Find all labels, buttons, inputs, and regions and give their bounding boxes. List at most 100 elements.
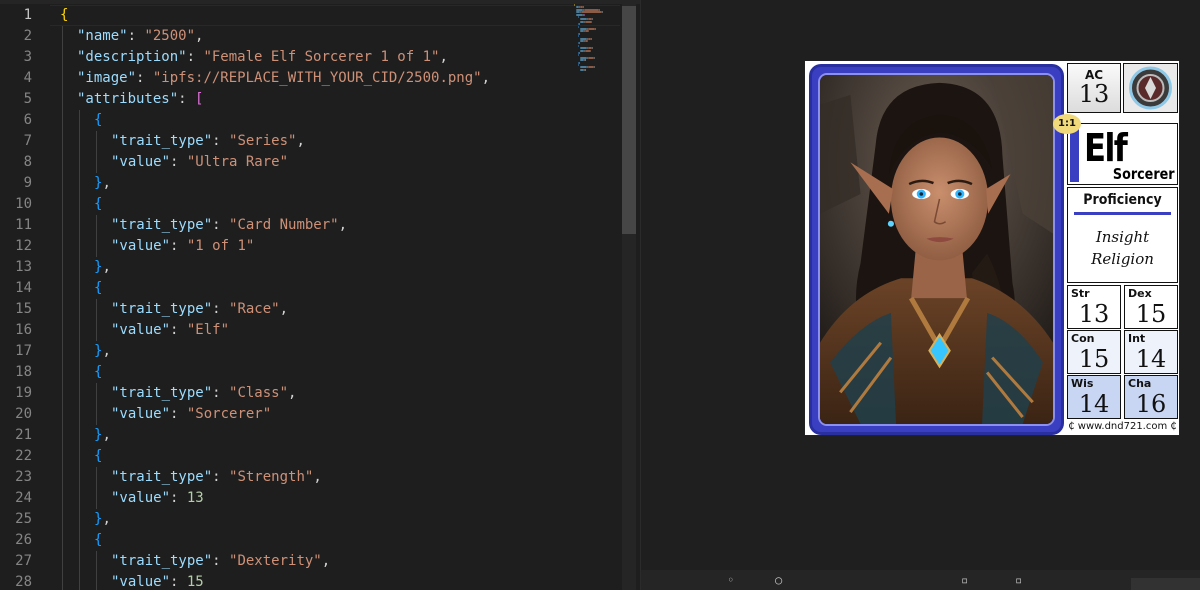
minimap-line — [585, 20, 592, 23]
code-text: "name": "2500", — [77, 26, 203, 47]
character-card: AC 13 1:1 Elf Sorcerer Proficiency Insig — [804, 60, 1180, 436]
code-line[interactable]: 19 "trait_type": "Class", — [0, 383, 620, 404]
indent-guide — [79, 509, 80, 530]
minimap-line — [574, 4, 575, 6]
code-token: { — [94, 532, 103, 548]
indent-guide — [62, 425, 63, 446]
minimap-line — [578, 35, 579, 38]
code-line[interactable]: 16 "value": "Elf" — [0, 320, 620, 341]
minimap-line — [585, 59, 586, 62]
line-number: 25 — [15, 511, 32, 527]
code-line[interactable]: 7 "trait_type": "Series", — [0, 131, 620, 152]
code-line[interactable]: 26 { — [0, 530, 620, 551]
indent-guide — [79, 320, 80, 341]
minimap-line — [585, 68, 586, 71]
code-line[interactable]: 18 { — [0, 362, 620, 383]
control-icon[interactable]: ▫ — [1015, 574, 1027, 586]
editor-tab-strip — [0, 0, 640, 4]
stat-label: Dex — [1128, 287, 1152, 300]
code-line[interactable]: 24 "value": 13 — [0, 488, 620, 509]
indent-guide — [62, 446, 63, 467]
proficiency-item: Insight — [1095, 228, 1150, 246]
code-line[interactable]: 1{ — [0, 5, 620, 26]
code-line[interactable]: 25}, — [0, 509, 620, 530]
zoom-out-icon[interactable]: ◦ — [727, 574, 739, 586]
indent-guide — [79, 383, 80, 404]
line-number: 14 — [15, 280, 32, 296]
code-text: { — [94, 194, 102, 215]
code-text: }, — [94, 173, 111, 194]
code-text: "trait_type": "Strength", — [111, 467, 322, 488]
indent-guide — [62, 551, 63, 572]
proficiency-title: Proficiency — [1083, 192, 1162, 208]
minimap-line — [579, 23, 580, 26]
minimap-line — [579, 42, 580, 45]
class-label: Sorcerer — [1113, 165, 1175, 183]
code-token: "Card Number" — [229, 217, 339, 233]
line-number: 16 — [15, 322, 32, 338]
code-editor[interactable]: 1{2 "name": "2500", 3 "description": "Femal… — [0, 0, 640, 590]
code-line[interactable]: 8 "value": "Ultra Rare" — [0, 152, 620, 173]
code-text: "description": "Female Elf Sorcerer 1 of… — [77, 47, 448, 68]
stat-int: Int 14 — [1124, 330, 1178, 374]
code-line[interactable]: 2 "name": "2500", — [0, 26, 620, 47]
line-number: 19 — [15, 385, 32, 401]
code-line[interactable]: 5 "attributes": [ — [0, 89, 620, 110]
code-token: "value" — [111, 574, 171, 590]
code-token: "value" — [111, 322, 171, 338]
code-token: "Series" — [229, 133, 297, 149]
code-line[interactable]: 27 "trait_type": "Dexterity", — [0, 551, 620, 572]
indent-guide — [79, 110, 80, 131]
proficiency-divider — [1074, 212, 1171, 215]
indent-guide — [79, 173, 80, 194]
line-number: 6 — [23, 112, 32, 128]
line-number: 1 — [23, 7, 32, 23]
scrollbar-thumb[interactable] — [622, 6, 636, 234]
stat-label: Str — [1071, 287, 1090, 300]
code-line[interactable]: 22 { — [0, 446, 620, 467]
image-preview-pane: AC 13 1:1 Elf Sorcerer Proficiency Insig — [640, 0, 1200, 590]
code-text: }, — [94, 509, 111, 530]
code-line[interactable]: 4 "image": "ipfs://REPLACE_WITH_YOUR_CID/… — [0, 68, 620, 89]
minimap-line — [584, 13, 585, 16]
fit-icon[interactable]: ○ — [775, 574, 787, 586]
line-number: 21 — [15, 427, 32, 443]
code-line[interactable]: 20 "value": "Sorcerer" — [0, 404, 620, 425]
minimap[interactable] — [574, 4, 622, 74]
code-token: , — [288, 385, 297, 401]
code-token: , — [102, 427, 111, 443]
ability-scores-grid: Str 13 Dex 15 Con 15 Int 14 Wis 14 Cha 1… — [1067, 285, 1178, 419]
code-line[interactable]: 6{ — [0, 110, 620, 131]
shield-emblem-icon — [1129, 66, 1172, 110]
code-token: , — [439, 49, 448, 65]
proficiency-item: Religion — [1091, 250, 1154, 268]
code-token: : — [170, 490, 187, 506]
minimap-line — [585, 30, 589, 33]
code-line[interactable]: 14 { — [0, 278, 620, 299]
code-line[interactable]: 9}, — [0, 173, 620, 194]
line-number: 3 — [23, 49, 32, 65]
code-token: "Race" — [229, 301, 280, 317]
indent-guide — [62, 383, 63, 404]
code-line[interactable]: 28 "value": 15 — [0, 572, 620, 590]
code-line[interactable]: 11 "trait_type": "Card Number", — [0, 215, 620, 236]
code-line[interactable]: 15 "trait_type": "Race", — [0, 299, 620, 320]
website-label: www.dnd721.com — [1077, 421, 1168, 432]
editor-scrollbar[interactable] — [622, 4, 636, 590]
control-icon[interactable]: ▫ — [961, 574, 973, 586]
code-line[interactable]: 21}, — [0, 425, 620, 446]
code-line[interactable]: 13}, — [0, 257, 620, 278]
code-line[interactable]: 3 "description": "Female Elf Sorcerer 1 o… — [0, 47, 620, 68]
stat-con: Con 15 — [1067, 330, 1121, 374]
code-line[interactable]: 10 { — [0, 194, 620, 215]
rarity-badge: 1:1 — [1053, 114, 1081, 134]
code-token: "trait_type" — [111, 385, 213, 401]
code-line[interactable]: 12 "value": "1 of 1" — [0, 236, 620, 257]
code-line[interactable]: 17}, — [0, 341, 620, 362]
indent-guide — [79, 404, 80, 425]
code-line[interactable]: 23 "trait_type": "Strength", — [0, 467, 620, 488]
indent-guide — [62, 236, 63, 257]
line-number: 2 — [23, 28, 32, 44]
minimap-line — [576, 13, 583, 16]
indent-guide — [62, 194, 63, 215]
